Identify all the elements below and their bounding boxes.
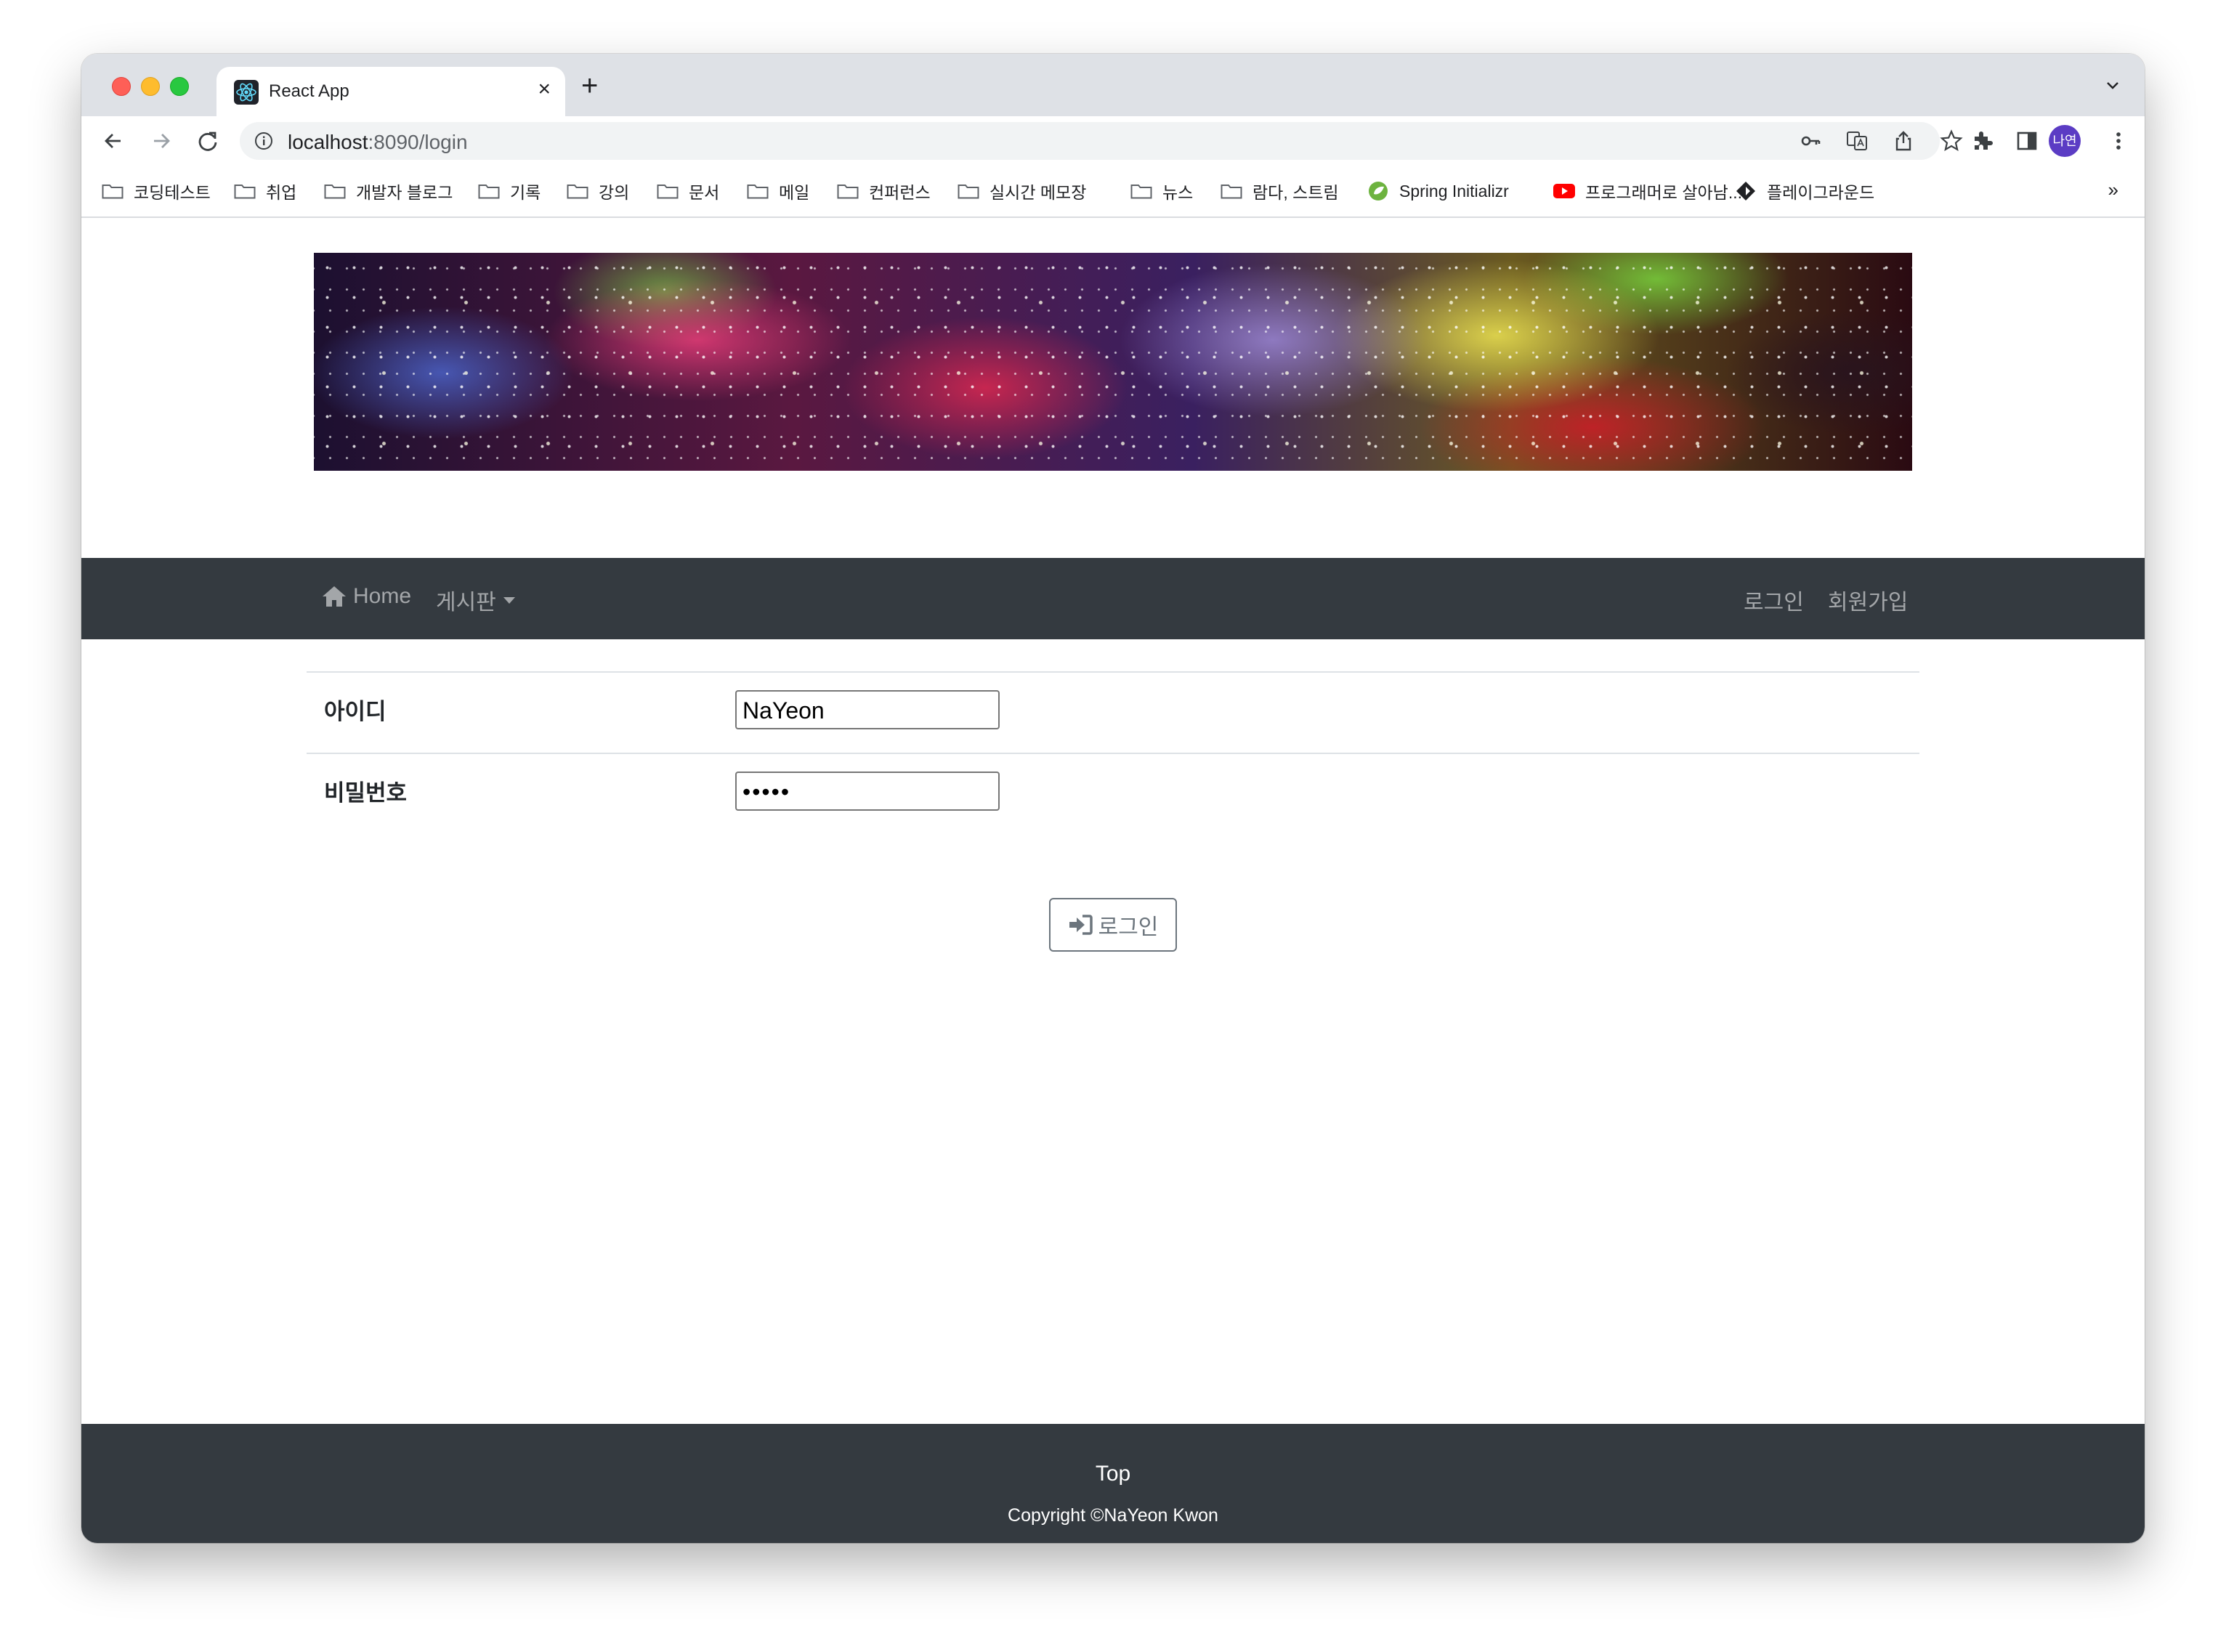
folder-icon (102, 185, 124, 199)
nav-board-label: 게시판 (436, 591, 496, 615)
bookmark-label: 실시간 메모장 (989, 183, 1087, 202)
login-button-label: 로그인 (1098, 915, 1159, 939)
navbar: Home 게시판 로그인 회원가입 (81, 558, 2145, 639)
bookmark-label: 프로그래머로 살아남... (1585, 183, 1743, 202)
bookmark-folder[interactable]: 개발자 블로그 (324, 179, 453, 203)
password-row: 비밀번호 ••••• (307, 753, 1919, 834)
bookmark-label: 플레이그라운드 (1767, 183, 1875, 202)
zoom-window-button[interactable] (170, 77, 189, 96)
nav-signup-label: 회원가입 (1828, 591, 1909, 615)
share-icon[interactable] (1892, 129, 1915, 153)
youtube-icon (1553, 184, 1575, 198)
react-icon (234, 80, 259, 105)
bookmark-star-icon[interactable] (1940, 129, 1963, 153)
url-host: localhost (288, 131, 368, 153)
bookmark-label: 강의 (599, 183, 630, 202)
caret-down-icon (503, 596, 515, 604)
side-panel-icon[interactable] (2014, 128, 2040, 154)
minimize-window-button[interactable] (141, 77, 160, 96)
tab-title: React App (269, 81, 349, 101)
folder-icon (1221, 185, 1242, 199)
bookmark-label: 문서 (689, 183, 720, 202)
browser-toolbar: localhost:8090/login 나연 (81, 116, 2145, 166)
back-arrow-icon[interactable] (99, 126, 128, 155)
folder-icon (478, 185, 500, 199)
new-tab-button[interactable]: + (581, 71, 598, 100)
diamond-icon (1736, 182, 1755, 201)
bookmark-folder[interactable]: 컨퍼런스 (837, 179, 931, 203)
address-bar[interactable]: localhost:8090/login (240, 122, 1963, 160)
bookmark-label: 뉴스 (1162, 183, 1194, 202)
folder-icon (1130, 185, 1152, 199)
info-icon[interactable] (254, 131, 273, 150)
bookmark-folder[interactable]: 뉴스 (1130, 179, 1193, 203)
bookmark-youtube[interactable]: 프로그래머로 살아남... (1553, 179, 1742, 203)
folder-icon (958, 185, 979, 199)
bookmark-folder[interactable]: 메일 (747, 179, 809, 203)
profile-avatar[interactable]: 나연 (2049, 125, 2081, 157)
spring-icon (1369, 182, 1388, 201)
footer: Top Copyright ©NaYeon Kwon (81, 1424, 2145, 1543)
bookmark-folder[interactable]: 취업 (234, 179, 296, 203)
galaxy-banner-image (314, 253, 1912, 471)
banner-stars (314, 253, 1912, 471)
sign-in-icon (1069, 915, 1093, 935)
folder-icon (567, 185, 588, 199)
tab-strip: React App × + (81, 54, 2145, 116)
nav-home-link[interactable]: Home (321, 584, 411, 609)
url-text[interactable]: localhost:8090/login (288, 131, 468, 154)
bookmark-label: 개발자 블로그 (356, 183, 453, 202)
bookmark-playground[interactable]: 플레이그라운드 (1735, 179, 1874, 203)
bookmark-folder[interactable]: 강의 (567, 179, 629, 203)
bookmark-folder[interactable]: 기록 (478, 179, 541, 203)
tab-react-app[interactable]: React App × (216, 67, 565, 116)
bookmark-label: 컨퍼런스 (869, 183, 931, 202)
url-path: :8090/login (368, 131, 468, 153)
folder-icon (837, 185, 859, 199)
key-icon[interactable] (1799, 129, 1822, 153)
home-icon (323, 586, 346, 607)
bookmark-label: 람다, 스트림 (1252, 183, 1339, 202)
bookmark-label: 기록 (510, 183, 541, 202)
password-label: 비밀번호 (324, 780, 408, 806)
id-label: 아이디 (324, 699, 386, 724)
folder-icon (324, 185, 346, 199)
chevron-down-icon[interactable] (2102, 76, 2123, 96)
more-bookmarks-icon[interactable]: » (2108, 179, 2118, 201)
more-menu-icon[interactable] (2105, 128, 2132, 154)
bookmark-folder[interactable]: 코딩테스트 (102, 179, 211, 203)
folder-icon (234, 185, 256, 199)
folder-icon (657, 185, 679, 199)
reload-icon[interactable] (193, 126, 222, 155)
page-viewport: Home 게시판 로그인 회원가입 아이디 NaYeon 비밀번호 ••••• (81, 218, 2145, 1543)
bookmark-folder[interactable]: 실시간 메모장 (958, 179, 1086, 203)
nav-login-link[interactable]: 로그인 (1744, 584, 1804, 616)
folder-icon (747, 185, 769, 199)
translate-icon[interactable] (1845, 129, 1869, 153)
password-input[interactable]: ••••• (735, 772, 1000, 811)
id-input[interactable]: NaYeon (735, 690, 1000, 729)
nav-signup-link[interactable]: 회원가입 (1828, 584, 1908, 616)
login-button[interactable]: 로그인 (1049, 898, 1177, 952)
footer-top-link[interactable]: Top (81, 1462, 2145, 1486)
browser-window: React App × + localhost:8090/login 나연 코딩… (81, 54, 2145, 1543)
bookmark-spring[interactable]: Spring Initializr (1367, 179, 1509, 203)
bookmark-label: 취업 (266, 183, 297, 202)
bookmarks-bar: 코딩테스트 취업 개발자 블로그 기록 강의 문서 메일 컨퍼런스 실시간 메모… (81, 166, 2145, 218)
footer-copyright: Copyright ©NaYeon Kwon (1008, 1505, 1218, 1526)
extensions-icon[interactable] (1969, 128, 1995, 154)
bookmark-folder[interactable]: 람다, 스트림 (1221, 179, 1339, 203)
nav-login-label: 로그인 (1744, 591, 1804, 615)
close-window-button[interactable] (112, 77, 131, 96)
id-row: 아이디 NaYeon (307, 671, 1919, 753)
bookmark-folder[interactable]: 문서 (657, 179, 719, 203)
nav-board-dropdown[interactable]: 게시판 (436, 584, 515, 616)
login-form: 아이디 NaYeon 비밀번호 ••••• (307, 671, 1919, 834)
bookmark-label: 메일 (779, 183, 810, 202)
bookmark-label: Spring Initializr (1399, 181, 1509, 201)
bookmark-label: 코딩테스트 (134, 183, 211, 202)
close-tab-icon[interactable]: × (538, 77, 551, 102)
nav-home-label: Home (353, 584, 412, 608)
forward-arrow-icon[interactable] (147, 126, 176, 155)
